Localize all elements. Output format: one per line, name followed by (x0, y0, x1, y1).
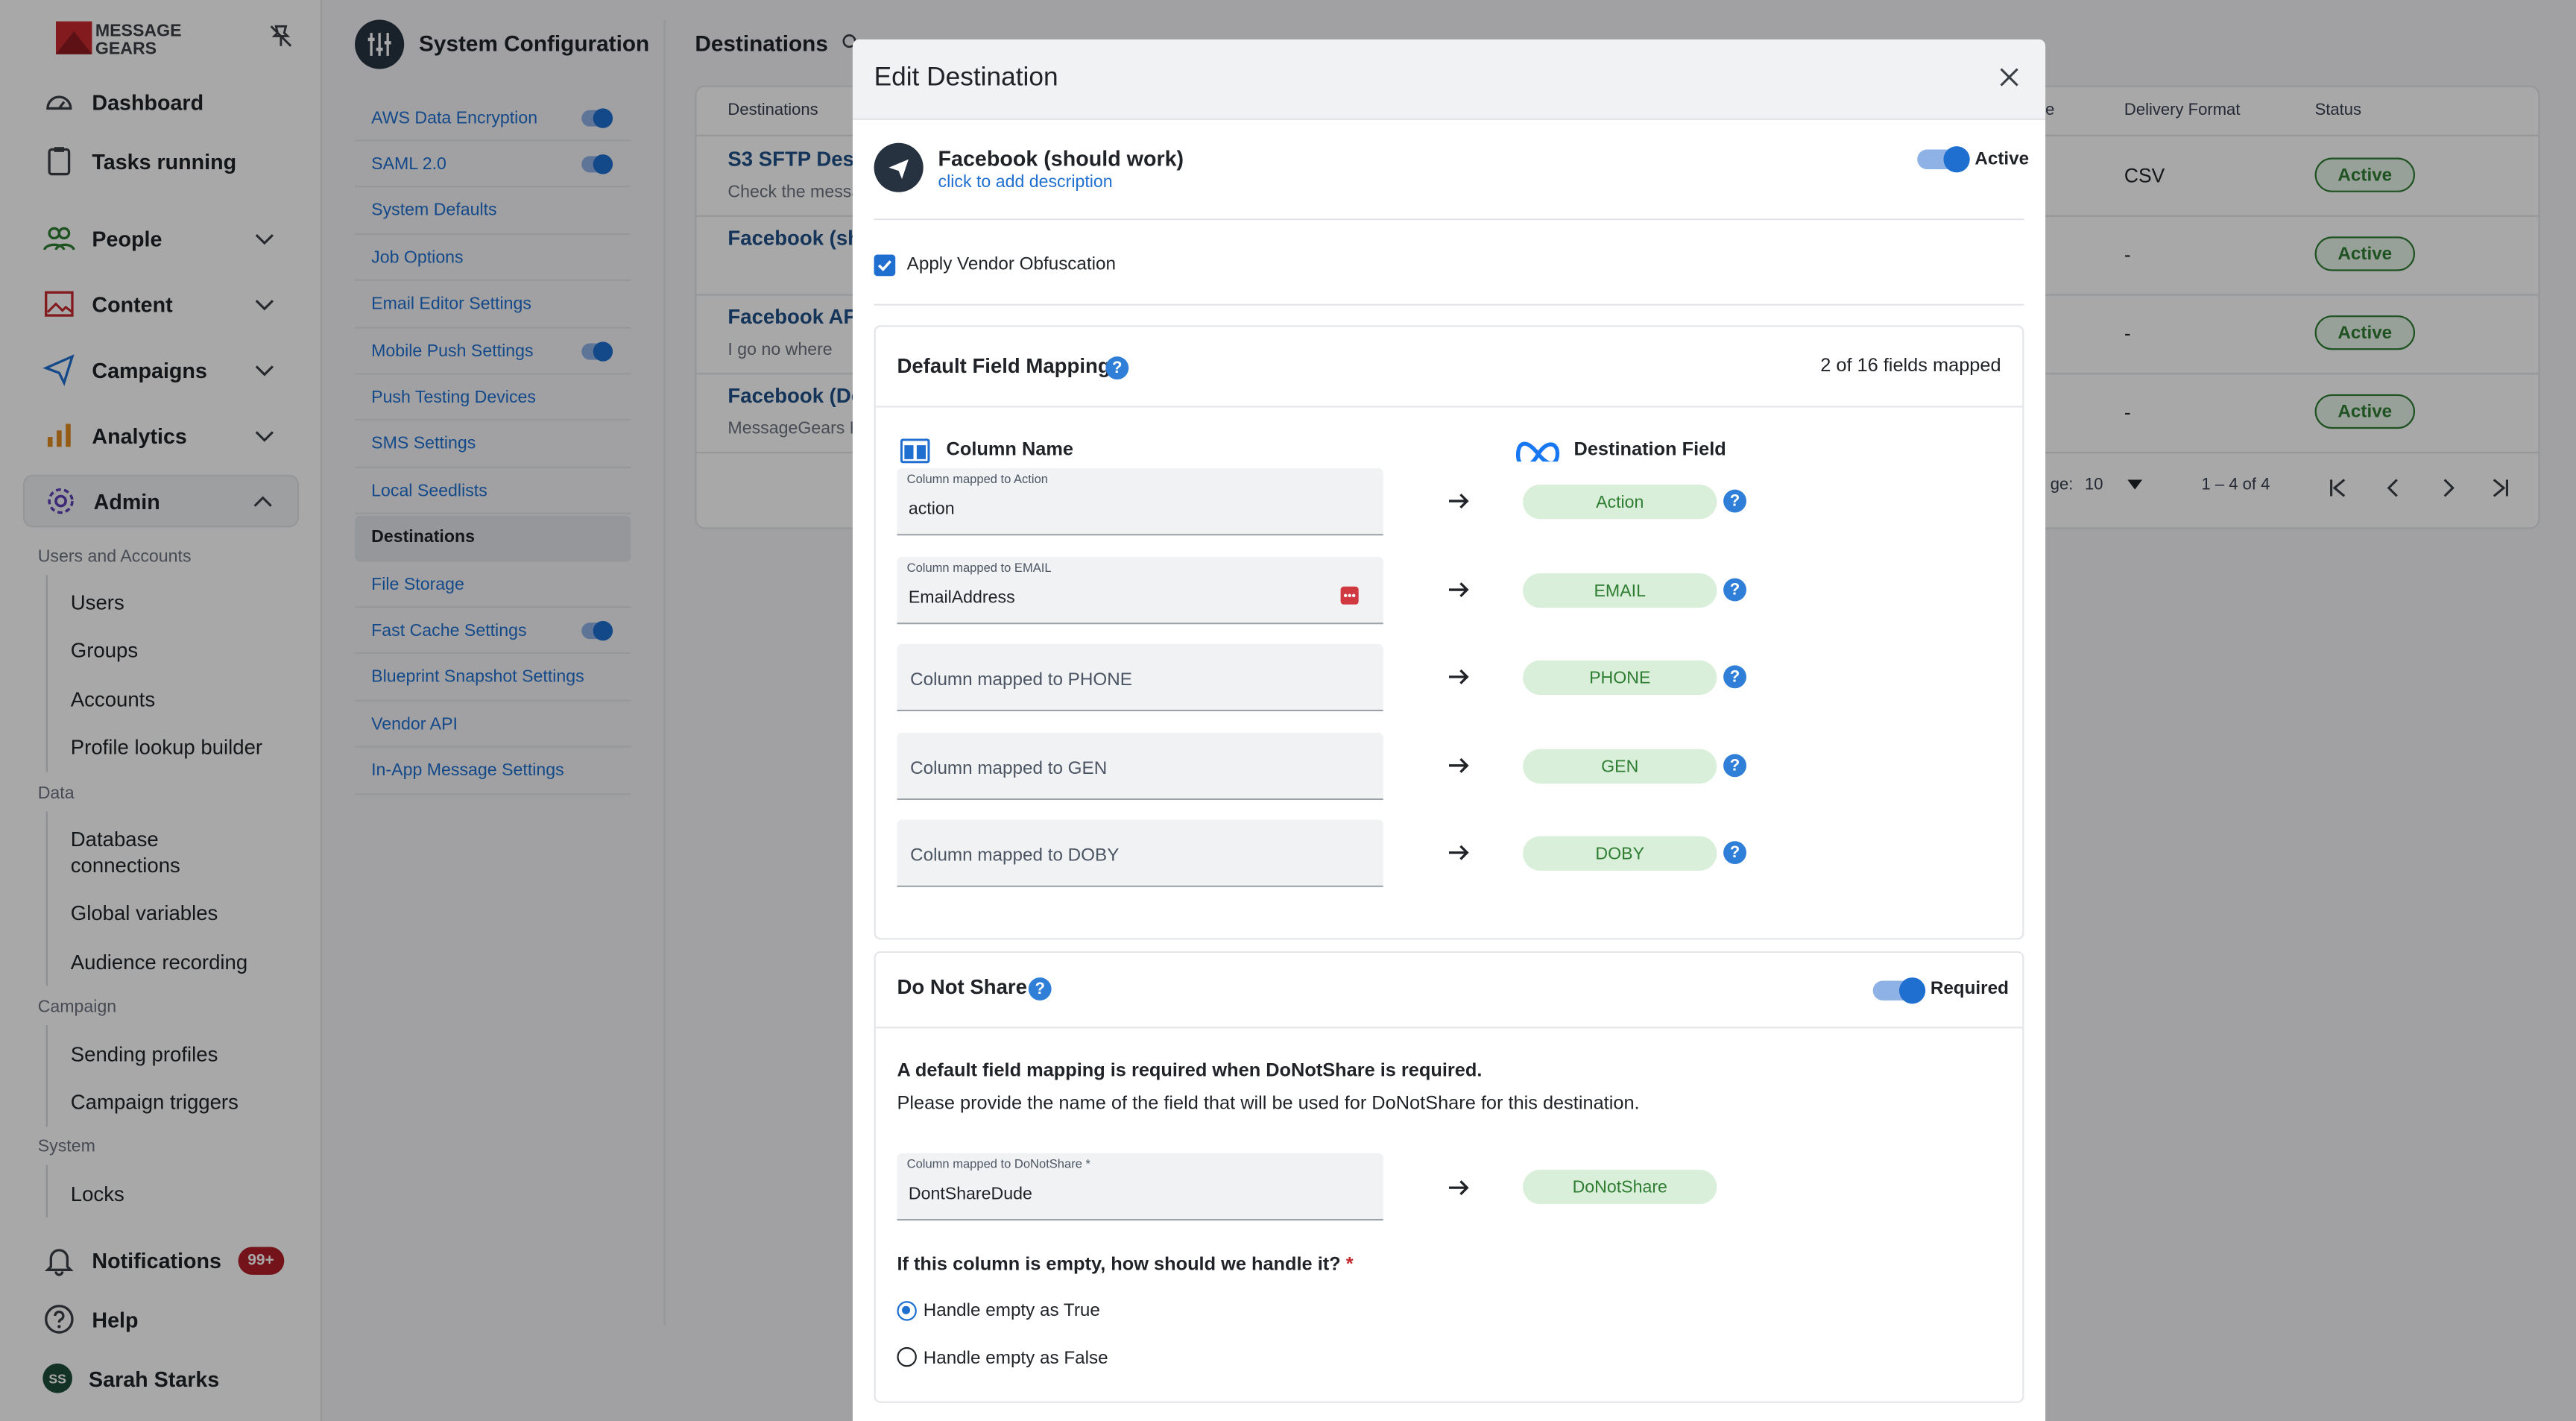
destination-field-pill: DOBY (1523, 836, 1717, 871)
arrow-right-icon (1449, 757, 1469, 773)
column-name-header: Column Name (946, 440, 1074, 460)
handle-empty-false-label[interactable]: Handle empty as False (924, 1349, 1108, 1368)
field-label: Column mapped to Action (906, 471, 1048, 487)
field-label: Column mapped to EMAIL (906, 560, 1052, 576)
arrow-right-icon (1449, 669, 1469, 684)
column-mapped-to-gen-field[interactable]: Column mapped to GEN (897, 732, 1383, 801)
modal-title: Edit Destination (874, 63, 1058, 92)
arrow-right-icon (1449, 582, 1469, 598)
help-icon[interactable]: ? (1105, 356, 1129, 380)
divider (874, 218, 2024, 221)
handle-empty-true-label[interactable]: Handle empty as True (924, 1301, 1100, 1320)
destination-field-pill: PHONE (1523, 660, 1717, 696)
required-toggle-label: Required (1930, 979, 2009, 999)
destination-field-pill: EMAIL (1523, 573, 1717, 608)
destination-field-header: Destination Field (1573, 440, 1726, 460)
more-options-icon[interactable] (1340, 586, 1359, 605)
handle-empty-false-radio[interactable] (897, 1346, 917, 1367)
destination-name[interactable]: Facebook (should work) (938, 146, 1184, 171)
field-label: Column mapped to DoNotShare * (906, 1156, 1090, 1172)
divider (874, 303, 2024, 306)
help-icon[interactable]: ? (1723, 754, 1746, 778)
column-mapped-to-donotshare-field[interactable]: Column mapped to DoNotShare * DontShareD… (897, 1153, 1383, 1221)
do-not-share-panel: Do Not Share ? Required A default field … (874, 951, 2024, 1403)
column-mapped-to-action-field[interactable]: Column mapped to Action action (897, 467, 1383, 536)
default-field-mapping-title: Default Field Mapping (897, 354, 1111, 378)
help-icon[interactable]: ? (1723, 578, 1746, 602)
destination-field-pill: GEN (1523, 749, 1717, 784)
do-not-share-instruction: Please provide the name of the field tha… (897, 1094, 1640, 1114)
apply-vendor-obfuscation-label[interactable]: Apply Vendor Obfuscation (907, 255, 1116, 274)
empty-handling-question-text: If this column is empty, how should we h… (897, 1255, 1341, 1275)
meta-logo-icon (1515, 441, 1560, 462)
default-field-mapping-panel: Default Field Mapping ? 2 of 16 fields m… (874, 325, 2024, 940)
help-icon[interactable]: ? (1028, 977, 1052, 1001)
modal-header: Edit Destination (852, 39, 2046, 120)
edit-destination-modal: Edit Destination Facebook (should work) … (852, 39, 2046, 1421)
destination-field-pill: DoNotShare (1523, 1169, 1717, 1205)
help-icon[interactable]: ? (1723, 489, 1746, 513)
active-toggle[interactable] (1917, 146, 1970, 173)
close-icon[interactable] (1998, 66, 2021, 89)
paper-plane-icon (874, 142, 924, 192)
column-mapped-to-doby-field[interactable]: Column mapped to DOBY (897, 819, 1383, 887)
help-icon[interactable]: ? (1723, 841, 1746, 865)
field-placeholder: Column mapped to DOBY (910, 845, 1120, 866)
arrow-right-icon (1449, 494, 1469, 509)
active-toggle-label: Active (1974, 149, 2030, 169)
help-icon[interactable]: ? (1723, 665, 1746, 689)
do-not-share-title: Do Not Share (897, 975, 1027, 999)
columns-table-icon (900, 438, 930, 464)
field-placeholder: Column mapped to GEN (910, 759, 1108, 779)
field-placeholder: Column mapped to PHONE (910, 670, 1132, 690)
fields-mapped-count: 2 of 16 fields mapped (1820, 356, 2001, 376)
field-value: action (908, 499, 955, 520)
destination-field-pill: Action (1523, 485, 1717, 520)
column-mapped-to-email-field[interactable]: Column mapped to EMAIL EmailAddress (897, 556, 1383, 625)
field-value: EmailAddress (908, 587, 1015, 608)
do-not-share-required-message: A default field mapping is required when… (897, 1061, 1483, 1081)
divider (875, 1027, 2023, 1029)
divider (875, 406, 2023, 408)
apply-vendor-obfuscation-checkbox[interactable] (874, 254, 896, 277)
arrow-right-icon (1449, 1180, 1469, 1196)
column-mapped-to-phone-field[interactable]: Column mapped to PHONE (897, 643, 1383, 712)
empty-handling-question: If this column is empty, how should we h… (897, 1255, 1353, 1274)
handle-empty-true-radio[interactable] (897, 1301, 917, 1321)
field-value: DontShareDude (908, 1184, 1032, 1205)
required-toggle[interactable] (1872, 977, 1926, 1004)
arrow-right-icon (1449, 845, 1469, 860)
required-asterisk: * (1345, 1255, 1354, 1275)
destination-description-link[interactable]: click to add description (938, 172, 1113, 192)
